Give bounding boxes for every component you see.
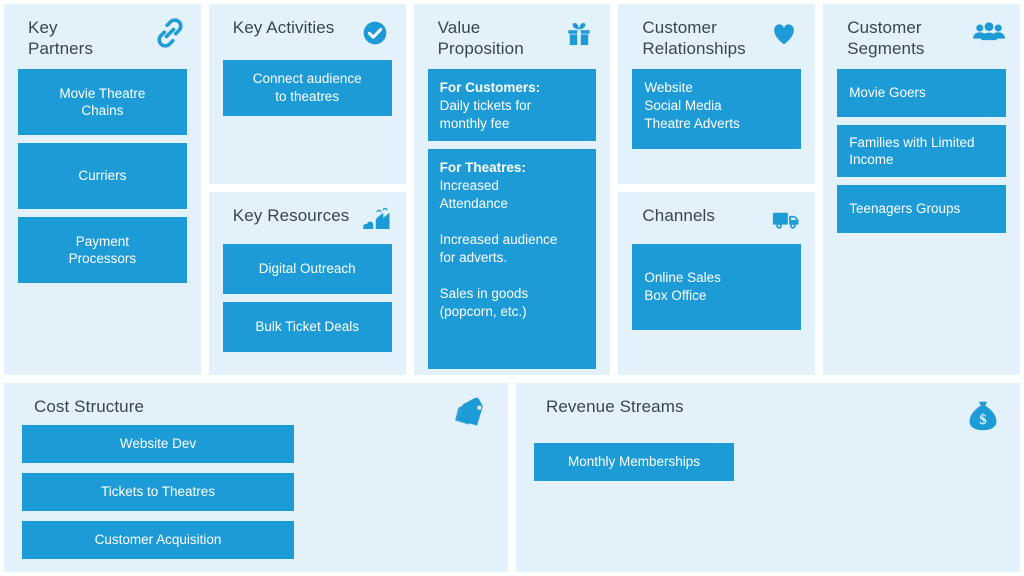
panel-customer-relationships[interactable]: Customer Relationships Website Social Me… bbox=[618, 4, 816, 184]
panel-header: Revenue Streams $ bbox=[534, 397, 1002, 435]
value-proposition-heading: For Customers: bbox=[439, 80, 541, 96]
canvas-bottom-row: Cost Structure Website Dev Tickets to Th… bbox=[4, 383, 1020, 572]
panel-title-key-resources: Key Resources bbox=[232, 206, 350, 225]
check-circle-icon bbox=[358, 16, 392, 50]
panel-value-proposition[interactable]: Value Proposition For Customers: Daily ti… bbox=[413, 4, 611, 375]
panel-channels[interactable]: Channels Online Sales Box Office bbox=[618, 192, 816, 375]
panel-title-key-activities: Key Activities bbox=[232, 18, 335, 37]
value-proposition-body: Daily tickets for monthly fee bbox=[439, 98, 532, 132]
panel-title-channels: Channels bbox=[642, 206, 716, 225]
panel-title-key-partners: Key Partners bbox=[28, 18, 94, 58]
panel-header: Value Proposition bbox=[428, 16, 597, 59]
cost-item[interactable]: Tickets to Theatres bbox=[22, 473, 294, 511]
channel-item-text: Online Sales Box Office bbox=[644, 270, 721, 303]
value-proposition-items: For Customers: Daily tickets for monthly … bbox=[427, 69, 597, 369]
column-key-activities-resources: Key Activities Connect audience to theat… bbox=[208, 4, 406, 375]
cost-structure-items: Website Dev Tickets to Theatres Customer… bbox=[22, 425, 490, 559]
gift-icon bbox=[562, 16, 596, 50]
cost-item[interactable]: Customer Acquisition bbox=[22, 521, 294, 559]
panel-customer-segments[interactable]: Customer Segments Movie Goers Families w… bbox=[823, 4, 1020, 375]
key-activity-item[interactable]: Connect audience to theatres bbox=[222, 60, 392, 116]
panel-key-resources[interactable]: Key Resources Digital Outreach Bulk Tick… bbox=[208, 192, 406, 375]
revenue-item[interactable]: Monthly Memberships bbox=[534, 443, 734, 481]
link-chain-icon bbox=[153, 16, 187, 50]
factory-icon bbox=[362, 204, 392, 234]
key-partner-item[interactable]: Payment Processors bbox=[18, 217, 187, 284]
customer-relationship-item[interactable]: Website Social Media Theatre Adverts bbox=[632, 69, 802, 150]
customer-segment-text: Families with Limited Income bbox=[849, 134, 975, 168]
key-partner-item[interactable]: Movie Theatre Chains bbox=[18, 69, 187, 136]
value-proposition-item-theatres[interactable]: For Theatres: Increased Attendance Increa… bbox=[427, 149, 597, 369]
panel-revenue-streams[interactable]: Revenue Streams $ Monthly Memberships bbox=[516, 383, 1020, 572]
customer-segment-item[interactable]: Families with Limited Income bbox=[837, 125, 1006, 178]
panel-header: Channels bbox=[632, 204, 801, 234]
people-group-icon bbox=[972, 16, 1006, 50]
key-resource-item[interactable]: Digital Outreach bbox=[222, 244, 392, 294]
business-model-canvas: Key Partners Movie Theatre Chains Currie… bbox=[0, 0, 1024, 576]
heart-icon bbox=[767, 16, 801, 50]
panel-cost-structure[interactable]: Cost Structure Website Dev Tickets to Th… bbox=[4, 383, 508, 572]
panel-title-customer-segments: Customer Segments bbox=[847, 18, 925, 58]
panel-header: Customer Relationships bbox=[632, 16, 801, 59]
panel-title-customer-relationships: Customer Relationships bbox=[642, 18, 746, 58]
customer-relationships-items: Website Social Media Theatre Adverts bbox=[632, 69, 802, 150]
delivery-truck-icon bbox=[771, 204, 801, 234]
panel-title-value-proposition: Value Proposition bbox=[437, 18, 524, 58]
key-resource-item[interactable]: Bulk Ticket Deals bbox=[222, 302, 392, 352]
key-activities-items: Connect audience to theatres bbox=[222, 60, 392, 116]
customer-segments-items: Movie Goers Families with Limited Income… bbox=[837, 69, 1006, 234]
column-customer-segments: Customer Segments Movie Goers Families w… bbox=[823, 4, 1020, 375]
panel-header: Key Partners bbox=[18, 16, 187, 59]
panel-header: Cost Structure bbox=[22, 397, 490, 426]
channel-item[interactable]: Online Sales Box Office bbox=[632, 244, 802, 330]
cost-item[interactable]: Website Dev bbox=[22, 425, 294, 463]
panel-header: Key Resources bbox=[223, 204, 392, 234]
column-relationships-channels: Customer Relationships Website Social Me… bbox=[618, 4, 816, 375]
customer-segment-item[interactable]: Teenagers Groups bbox=[837, 185, 1006, 234]
key-resources-items: Digital Outreach Bulk Ticket Deals bbox=[222, 244, 392, 352]
key-partner-item[interactable]: Curriers bbox=[18, 143, 187, 210]
customer-segment-text: Teenagers Groups bbox=[849, 201, 961, 217]
customer-segment-text: Movie Goers bbox=[849, 85, 926, 101]
key-partners-items: Movie Theatre Chains Curriers Payment Pr… bbox=[18, 69, 187, 284]
panel-header: Customer Segments bbox=[837, 16, 1006, 59]
canvas-top-row: Key Partners Movie Theatre Chains Currie… bbox=[4, 4, 1020, 375]
panel-title-revenue-streams: Revenue Streams bbox=[546, 397, 684, 416]
column-value-proposition: Value Proposition For Customers: Daily ti… bbox=[413, 4, 611, 375]
value-proposition-heading: For Theatres: bbox=[439, 160, 526, 176]
revenue-streams-items: Monthly Memberships bbox=[534, 443, 1002, 481]
customer-segment-item[interactable]: Movie Goers bbox=[837, 69, 1006, 118]
value-proposition-item-customers[interactable]: For Customers: Daily tickets for monthly … bbox=[427, 69, 597, 142]
channels-items: Online Sales Box Office bbox=[632, 244, 802, 330]
panel-key-activities[interactable]: Key Activities Connect audience to theat… bbox=[208, 4, 406, 184]
panel-header: Key Activities bbox=[223, 16, 392, 50]
value-proposition-body: Increased Attendance Increased audience … bbox=[439, 178, 558, 320]
column-key-partners: Key Partners Movie Theatre Chains Currie… bbox=[4, 4, 201, 375]
panel-title-cost-structure: Cost Structure bbox=[34, 397, 145, 416]
panel-key-partners[interactable]: Key Partners Movie Theatre Chains Currie… bbox=[4, 4, 201, 375]
svg-text:$: $ bbox=[979, 412, 987, 428]
money-bag-icon: $ bbox=[964, 397, 1002, 435]
